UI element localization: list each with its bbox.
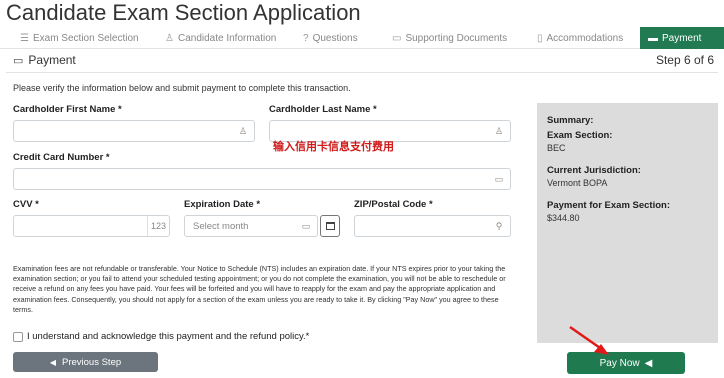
section-heading: ▭ Payment [13,53,76,67]
location-pin-icon: ⚲ [495,220,503,231]
pay-now-label: Pay Now [599,357,640,369]
zip-label: ZIP/Postal Code * [354,199,433,210]
tab-supporting-documents[interactable]: ▭ Supporting Documents [392,27,507,49]
exam-section-label: Exam Section: [547,130,613,141]
tab-label: Supporting Documents [405,32,508,44]
tab-accommodations[interactable]: ▯ Accommodations [537,27,623,49]
acknowledge-label: I understand and acknowledge this paymen… [27,331,310,342]
zip-input[interactable]: ⚲ [354,215,511,237]
card-number-input[interactable]: ▭ [13,168,511,190]
clipboard-icon: ▯ [537,32,543,44]
person-icon: ♙ [494,125,504,136]
folder-icon: ▭ [392,32,402,44]
person-icon: ♙ [238,125,248,136]
list-icon: ☰ [20,32,29,44]
first-name-label: Cardholder First Name * [13,104,122,115]
pay-now-button[interactable]: Pay Now ◀ [567,352,685,374]
acknowledge-row[interactable]: I understand and acknowledge this paymen… [13,331,309,342]
step-indicator: Step 6 of 6 [655,53,714,67]
jurisdiction-label: Current Jurisdiction: [547,165,641,176]
tab-candidate-information[interactable]: ♙ Candidate Information [165,27,276,49]
cvv-label: CVV * [13,199,39,210]
section-title: Payment [28,53,76,67]
jurisdiction-value: Vermont BOPA [547,178,608,188]
page-title: Candidate Exam Section Application [6,0,361,25]
intro-text: Please verify the information below and … [13,83,351,93]
cvv-input[interactable]: 123 [13,215,170,237]
step-tabs: ☰ Exam Section Selection ♙ Candidate Inf… [0,27,724,49]
payment-amount-label: Payment for Exam Section: [547,200,671,211]
previous-step-label: Previous Step [62,356,122,368]
send-icon: ◀ [644,357,653,369]
card-number-label: Credit Card Number * [13,152,110,163]
summary-title: Summary: [547,115,594,126]
annotation-text: 输入信用卡信息支付费用 [273,140,394,153]
tab-label: Questions [312,32,358,44]
refund-disclaimer: Examination fees are not refundable or t… [13,264,506,314]
calendar-button[interactable] [320,215,340,237]
tab-label: Exam Section Selection [32,32,139,44]
last-name-label: Cardholder Last Name * [269,104,377,115]
question-icon: ? [303,32,309,44]
credit-card-icon: ▭ [494,173,504,184]
credit-card-icon: ▬ [648,32,658,44]
cvv-hint: 123 [147,216,169,236]
tab-questions[interactable]: ? Questions [303,27,358,49]
tab-label: Candidate Information [177,32,277,44]
payment-amount-value: $344.80 [547,213,580,223]
exam-section-value: BEC [547,143,566,153]
tab-exam-section-selection[interactable]: ☰ Exam Section Selection [20,27,139,49]
person-icon: ♙ [165,32,174,44]
previous-step-button[interactable]: ◀ Previous Step [13,352,158,372]
first-name-input[interactable]: ♙ [13,120,255,142]
expiration-label: Expiration Date * [184,199,261,210]
calendar-icon [325,222,335,230]
caret-left-icon: ◀ [49,357,56,367]
expiration-input[interactable]: Select month ▭ [184,215,318,237]
expiration-placeholder: Select month [193,221,249,232]
payment-summary-panel: Summary: Exam Section: BEC Current Juris… [537,103,718,343]
calendar-icon: ▭ [301,220,311,231]
credit-card-icon: ▭ [13,54,24,67]
tab-label: Accommodations [546,32,624,44]
tab-label: Payment [662,32,702,44]
divider [6,72,718,73]
acknowledge-checkbox[interactable] [13,331,23,342]
tab-payment[interactable]: ▬ Payment [640,27,724,49]
